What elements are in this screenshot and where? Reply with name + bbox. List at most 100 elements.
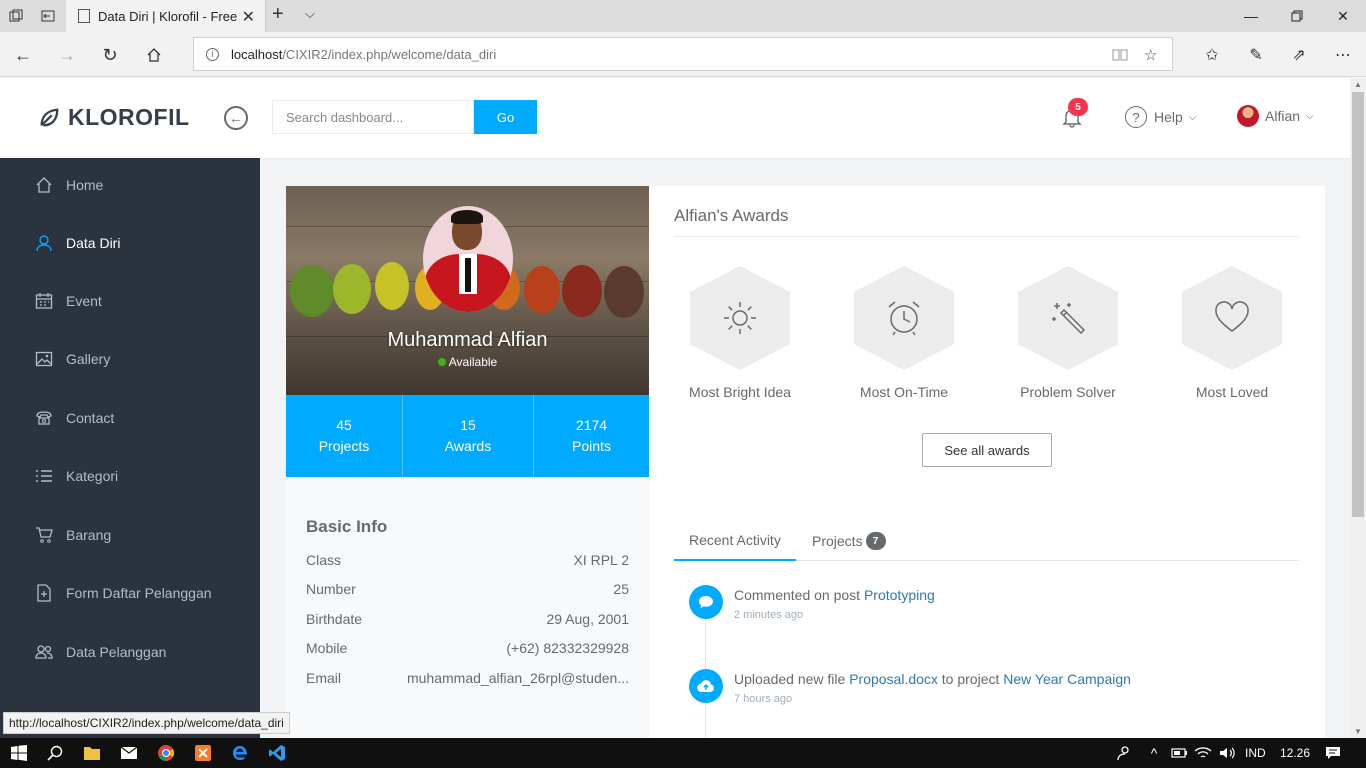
brand-logo[interactable]: KLOROFIL [38, 104, 190, 131]
scroll-up-icon[interactable]: ▲ [1354, 80, 1362, 89]
browser-tab-bar: Data Diri | Klorofil - Free ✕ + ⌵ — ✕ [0, 0, 1366, 32]
award-badge [690, 266, 790, 370]
file-explorer-icon[interactable] [81, 742, 103, 764]
magic-wand-icon [1052, 303, 1086, 335]
favorite-star-icon[interactable]: ☆ [1144, 38, 1157, 72]
share-icon[interactable]: ⇗ [1284, 40, 1314, 70]
vscode-icon[interactable] [266, 742, 288, 764]
chevron-down-icon[interactable]: ⌵ [305, 6, 315, 22]
back-icon[interactable]: ← [8, 40, 38, 70]
stat-projects: 45 Projects [286, 395, 402, 477]
user-icon [35, 234, 53, 252]
close-tab-icon[interactable]: ✕ [242, 7, 255, 27]
action-center-icon[interactable] [1322, 742, 1344, 764]
sidebar-item-label: Data Pelanggan [66, 644, 167, 660]
see-all-awards-button[interactable]: See all awards [922, 433, 1052, 467]
set-tabs-aside-icon[interactable] [32, 0, 64, 32]
info-value: muhammad_alfian_26rpl@studen... [406, 669, 629, 686]
profile-status: Available [286, 355, 649, 369]
sidebar-item-home[interactable]: Home [0, 160, 260, 210]
people-icon[interactable] [1113, 742, 1135, 764]
sidebar-item-barang[interactable]: Barang [0, 510, 260, 560]
tab-manager-icon[interactable] [0, 0, 32, 32]
sidebar-item-gallery[interactable]: Gallery [0, 334, 260, 384]
sidebar-item-label: Data Diri [66, 235, 121, 251]
projects-count-badge: 7 [865, 532, 886, 550]
info-icon[interactable]: i [206, 47, 219, 61]
minimize-icon[interactable]: — [1228, 0, 1274, 32]
sidebar-item-label: Home [66, 177, 104, 193]
language-indicator[interactable]: IND [1245, 746, 1266, 760]
refresh-icon[interactable]: ↻ [95, 40, 125, 70]
url-field[interactable]: i localhost/CIXIR2/index.php/welcome/dat… [193, 37, 1173, 71]
chrome-icon[interactable] [155, 742, 177, 764]
scroll-down-icon[interactable]: ▼ [1354, 727, 1362, 736]
comment-icon [689, 585, 723, 619]
divider [674, 236, 1299, 237]
sidebar-item-contact[interactable]: Contact [0, 393, 260, 443]
new-tab-icon[interactable]: + [272, 3, 284, 26]
forward-icon[interactable]: → [52, 40, 82, 70]
sidebar-item-form-daftar-pelanggan[interactable]: Form Daftar Pelanggan [0, 568, 260, 618]
user-menu[interactable]: Alfian ⌵ [1237, 105, 1314, 127]
profile-panel: Muhammad Alfian Available 45 Projects 15… [286, 186, 1325, 738]
image-icon [35, 350, 53, 368]
sidebar-item-event[interactable]: Event [0, 276, 260, 326]
tab-projects[interactable]: Projects 7 [812, 521, 886, 561]
restore-icon[interactable] [1274, 0, 1320, 32]
user-name: Alfian [1265, 108, 1301, 124]
activity-link[interactable]: New Year Campaign [1003, 671, 1131, 687]
stat-value: 15 [460, 417, 476, 433]
info-row-class: Class XI RPL 2 [306, 545, 629, 575]
home-icon[interactable] [139, 40, 169, 70]
award-label: Most Bright Idea [689, 384, 791, 400]
wifi-icon[interactable] [1192, 742, 1214, 764]
activity-tabs: Recent Activity Projects 7 [674, 521, 1299, 561]
award-most-bright-idea: Most Bright Idea [675, 266, 805, 400]
activity-link[interactable]: Proposal.docx [849, 671, 938, 687]
activity-link[interactable]: Prototyping [864, 587, 935, 603]
help-menu[interactable]: ? Help ⌵ [1125, 106, 1196, 128]
volume-icon[interactable] [1216, 742, 1238, 764]
browser-tab[interactable]: Data Diri | Klorofil - Free ✕ [66, 0, 266, 32]
more-icon[interactable]: ⋯ [1328, 40, 1358, 70]
battery-icon[interactable] [1168, 742, 1190, 764]
xampp-icon[interactable] [192, 742, 214, 764]
users-icon [35, 643, 53, 661]
windows-start-icon[interactable] [8, 742, 30, 764]
info-row-birthdate: Birthdate 29 Aug, 2001 [306, 604, 629, 634]
pen-icon[interactable]: ✎ [1241, 40, 1271, 70]
close-window-icon[interactable]: ✕ [1320, 0, 1366, 32]
avatar [1237, 105, 1259, 127]
notification-badge: 5 [1068, 98, 1088, 116]
sidebar-item-data-pelanggan[interactable]: Data Pelanggan [0, 627, 260, 677]
favorites-icon[interactable]: ✩ [1197, 40, 1227, 70]
activity-middle: to project [937, 671, 1004, 687]
profile-stats: 45 Projects 15 Awards 2174 Points [286, 395, 649, 477]
go-button[interactable]: Go [474, 100, 537, 134]
edge-icon[interactable] [229, 742, 251, 764]
scrollbar-thumb[interactable] [1352, 92, 1364, 517]
activity-time: 7 hours ago [734, 693, 793, 705]
award-badge [1018, 266, 1118, 370]
info-row-mobile: Mobile (+62) 82332329928 [306, 634, 629, 664]
clock[interactable]: 12.26 [1280, 746, 1310, 760]
search-icon[interactable] [44, 742, 66, 764]
award-badge [1182, 266, 1282, 370]
reading-view-icon[interactable] [1112, 38, 1128, 72]
basic-info-title: Basic Info [306, 517, 388, 536]
list-icon [35, 467, 53, 485]
activity-text: Commented on post Prototyping [734, 587, 935, 603]
search-input[interactable] [272, 100, 474, 134]
sidebar-toggle-icon[interactable]: ← [224, 106, 248, 130]
page-icon [78, 9, 90, 23]
status-label: Available [448, 355, 498, 369]
tab-recent-activity[interactable]: Recent Activity [674, 521, 796, 561]
brand-name: KLOROFIL [68, 104, 190, 130]
sidebar-item-data-diri[interactable]: Data Diri [0, 218, 260, 268]
sidebar-item-kategori[interactable]: Kategori [0, 451, 260, 501]
page-scrollbar[interactable]: ▲ ▼ [1350, 78, 1366, 738]
mail-icon[interactable] [118, 742, 140, 764]
chevron-up-icon[interactable]: ^ [1143, 742, 1165, 764]
profile-name: Muhammad Alfian [387, 329, 548, 351]
